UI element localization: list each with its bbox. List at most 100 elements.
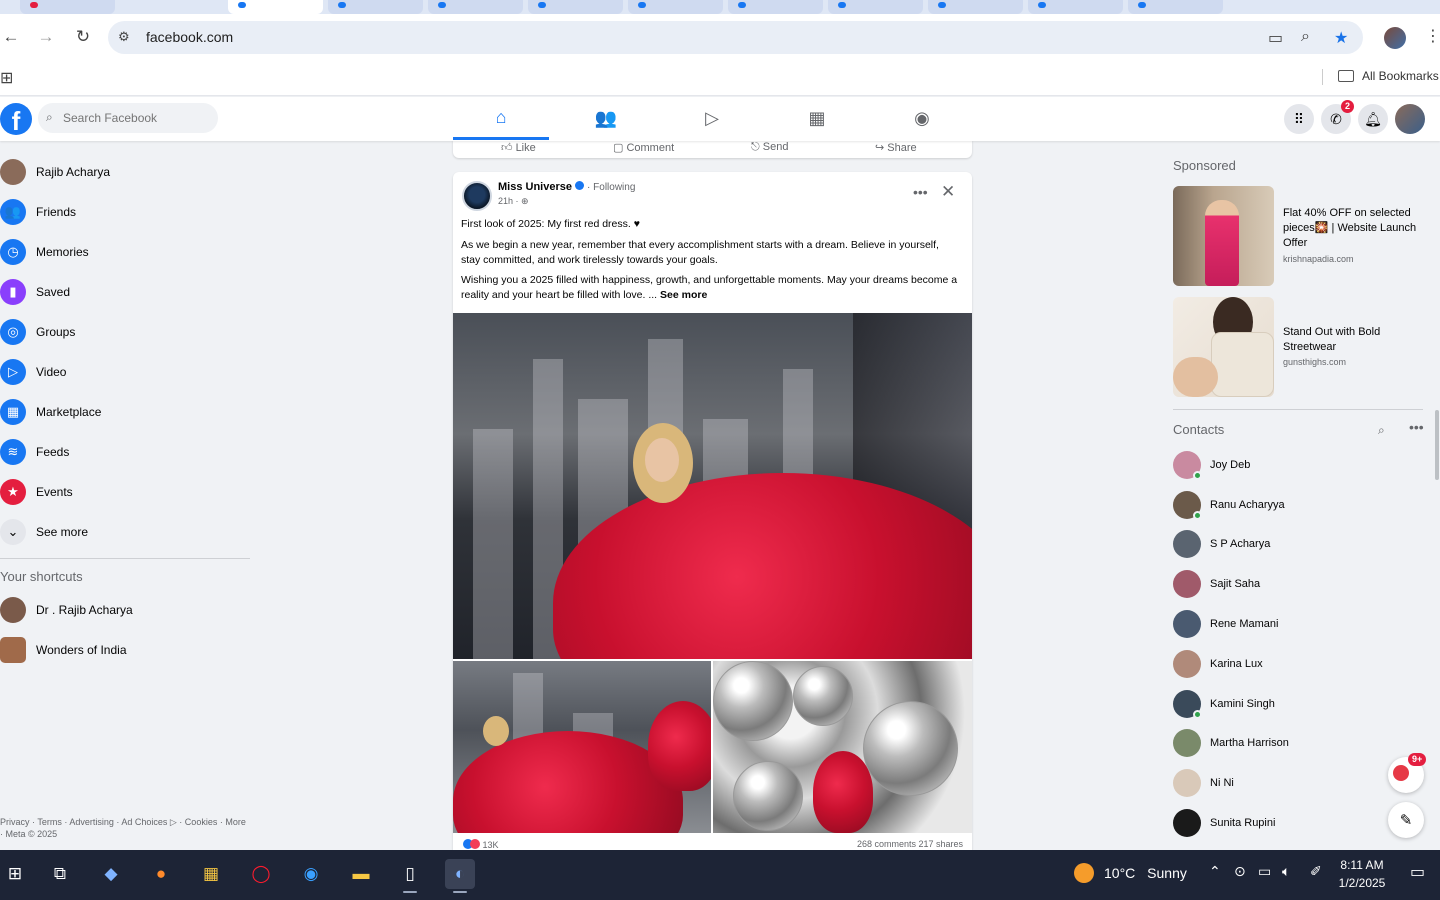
browser-tab-active[interactable] — [228, 0, 323, 14]
site-info-icon[interactable]: ⚙ — [118, 29, 130, 45]
windows-start-icon[interactable]: ⊞ — [0, 859, 30, 889]
browser-tab[interactable] — [928, 0, 1023, 14]
contact-item[interactable]: S P Acharya — [1173, 525, 1423, 565]
browser-tab[interactable] — [728, 0, 823, 14]
notifications-button[interactable]: 🔔︎ — [1358, 104, 1388, 134]
browser-tab[interactable] — [528, 0, 623, 14]
post-author-name[interactable]: Miss Universe — [498, 181, 572, 193]
sidebar-item-groups[interactable]: ◎ Groups — [0, 312, 250, 352]
footer-links[interactable]: Privacy · Terms · Advertising · Ad Choic… — [0, 816, 250, 840]
nav-home-tab[interactable]: ⌂ — [453, 97, 549, 140]
new-message-button[interactable]: ✎ — [1388, 802, 1424, 838]
chat-head-bubble[interactable]: 9+ — [1388, 753, 1427, 793]
see-more-link[interactable]: See more — [660, 289, 707, 301]
contact-item[interactable]: Karina Lux — [1173, 644, 1423, 684]
account-avatar[interactable] — [1395, 104, 1425, 134]
sidebar-item-feeds[interactable]: ≋ Feeds — [0, 432, 250, 472]
comment-button[interactable]: ▢ Comment — [613, 141, 674, 154]
chrome-profile-icon[interactable]: ◐ — [445, 859, 475, 893]
network-icon[interactable]: ▭ — [1258, 863, 1271, 880]
contact-item[interactable]: Joy Deb — [1173, 445, 1423, 485]
contact-item[interactable]: Ni Ni — [1173, 763, 1423, 803]
sidebar-item-friends[interactable]: 👥 Friends — [0, 192, 250, 232]
browser-tab[interactable] — [1128, 0, 1223, 14]
sidebar-item-rajib-acharya[interactable]: Rajib Acharya — [0, 152, 250, 192]
nav-friends-tab[interactable]: 👥 — [558, 97, 654, 140]
search-icon[interactable]: ⌕ — [1378, 423, 1385, 438]
address-bar[interactable]: ⚙ facebook.com ▭ ⌕ ★ — [108, 21, 1363, 54]
post-author-avatar[interactable] — [462, 181, 492, 211]
notification-center-icon[interactable]: ▭ — [1410, 862, 1425, 882]
post-photo-main[interactable] — [453, 313, 972, 659]
contact-item[interactable]: Ranu Acharyya — [1173, 485, 1423, 525]
post-close-icon[interactable]: ✕ — [941, 182, 955, 202]
chevron-up-icon[interactable]: ⌃ — [1209, 863, 1221, 880]
facebook-search[interactable]: ⌕ — [38, 103, 218, 133]
post-more-icon[interactable]: ••• — [913, 184, 928, 200]
post-photo-bottom-right[interactable] — [713, 661, 972, 833]
opera-icon[interactable]: ◯ — [246, 859, 276, 889]
nav-gaming-tab[interactable]: ◉ — [874, 97, 970, 140]
firefox-icon[interactable]: ● — [146, 859, 176, 889]
comments-shares-count[interactable]: 268 comments 217 shares — [857, 839, 963, 849]
menu-button[interactable]: ⠿ — [1284, 104, 1314, 134]
meet-icon[interactable]: ⊙ — [1234, 863, 1246, 880]
contact-item[interactable]: Martha Harrison — [1173, 724, 1423, 764]
browser-profile-avatar[interactable] — [1384, 27, 1406, 49]
app-icon[interactable]: ◉ — [296, 859, 326, 889]
browser-menu-icon[interactable]: ⋮ — [1425, 26, 1440, 46]
sidebar-item-saved[interactable]: ▮ Saved — [0, 272, 250, 312]
like-button[interactable]: 👍︎ Like — [501, 141, 536, 154]
nav-marketplace-tab[interactable]: ▦ — [769, 97, 865, 140]
apps-grid-icon[interactable]: ⊞ — [0, 68, 13, 88]
nav-video-tab[interactable]: ▷ — [664, 97, 760, 140]
shortcut-item[interactable]: Wonders of India — [0, 630, 250, 670]
zoom-icon[interactable]: ⌕ — [1301, 28, 1310, 46]
all-bookmarks-button[interactable]: All Bookmarks — [1338, 69, 1439, 83]
system-clock[interactable]: 8:11 AM 1/2/2025 — [1332, 856, 1392, 892]
contact-item[interactable]: Kamini Singh — [1173, 684, 1423, 724]
post-photo-bottom-left[interactable] — [453, 661, 711, 833]
volume-icon[interactable]: 🔈︎ — [1282, 863, 1290, 880]
sidebar-item-marketplace[interactable]: ▦ Marketplace — [0, 392, 250, 432]
forward-arrow-icon[interactable]: → — [35, 26, 57, 48]
store-icon[interactable]: ▦ — [196, 859, 226, 889]
browser-tab[interactable] — [1028, 0, 1123, 14]
post-following[interactable]: · Following — [587, 182, 635, 193]
share-button[interactable]: ↪ Share — [875, 141, 917, 154]
browser-tab[interactable] — [20, 0, 115, 14]
reaction-count[interactable]: 13K — [483, 840, 499, 850]
browser-tab[interactable] — [328, 0, 423, 14]
sidebar-item-see-more[interactable]: ⌄ See more — [0, 512, 250, 552]
back-arrow-icon[interactable]: ← — [0, 26, 22, 48]
page-scrollbar[interactable] — [1435, 410, 1439, 480]
contact-item[interactable]: Rene Mamani — [1173, 604, 1423, 644]
pen-icon[interactable]: ✐ — [1310, 863, 1322, 880]
browser-tab[interactable] — [428, 0, 523, 14]
sidebar-item-video[interactable]: ▷ Video — [0, 352, 250, 392]
send-button[interactable]: ⎋ Send — [751, 141, 788, 154]
task-view-icon[interactable]: ⧉ — [45, 859, 75, 889]
more-options-icon[interactable]: ••• — [1409, 419, 1424, 435]
contact-item[interactable]: Sajit Saha — [1173, 564, 1423, 604]
browser-tab[interactable] — [828, 0, 923, 14]
shortcut-item[interactable]: Dr . Rajib Acharya — [0, 590, 250, 630]
facebook-logo[interactable]: f — [0, 103, 32, 136]
messenger-button[interactable]: ✆ 2 — [1321, 100, 1355, 134]
bookmark-star-icon[interactable]: ★ — [1334, 28, 1348, 48]
notepad-icon[interactable]: ▯ — [395, 859, 425, 893]
sponsored-ad[interactable]: Flat 40% OFF on selected pieces🎇 | Websi… — [1173, 186, 1435, 286]
post-timestamp[interactable]: 21h · ⊕ — [498, 196, 529, 207]
browser-tab[interactable] — [628, 0, 723, 14]
weather-widget[interactable]: 10°C Sunny — [1074, 863, 1187, 883]
file-explorer-icon[interactable]: ▬ — [346, 859, 376, 889]
reload-icon[interactable]: ↻ — [72, 26, 94, 48]
contact-avatar — [1173, 649, 1201, 678]
sponsored-ad[interactable]: Stand Out with Bold Streetwear gunsthigh… — [1173, 297, 1435, 397]
sidebar-item-memories[interactable]: ◷ Memories — [0, 232, 250, 272]
copilot-icon[interactable]: ◆ — [96, 859, 126, 889]
sidebar-item-events[interactable]: ★ Events — [0, 472, 250, 512]
search-input[interactable] — [63, 103, 213, 133]
contact-item[interactable]: Sunita Rupini — [1173, 803, 1423, 843]
install-app-icon[interactable]: ▭ — [1268, 28, 1283, 48]
